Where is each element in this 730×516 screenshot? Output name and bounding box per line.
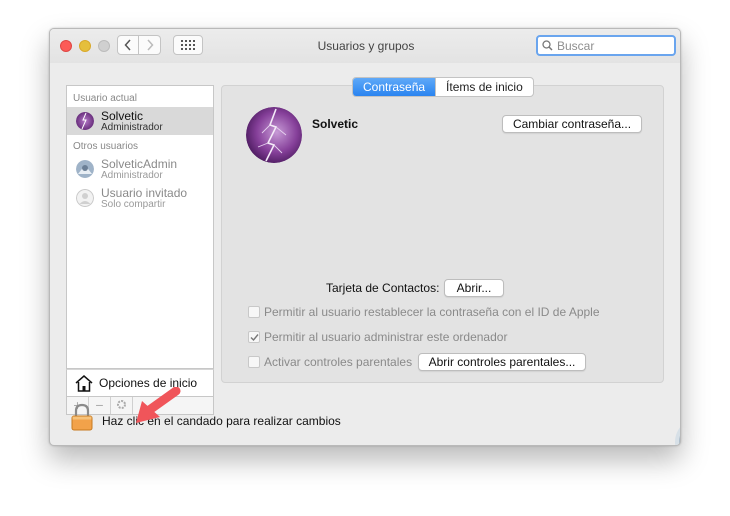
option-label: Permitir al usuario administrar este ord… [264, 330, 508, 344]
tab-login-items[interactable]: Ítems de inicio [435, 78, 533, 96]
option-reset-apple-id[interactable]: Permitir al usuario restablecer la contr… [248, 305, 600, 319]
lock-icon [71, 403, 93, 431]
change-password-button[interactable]: Cambiar contraseña... [502, 115, 642, 133]
checkmark-icon [250, 333, 259, 341]
user-role: Administrador [101, 170, 163, 181]
checkbox[interactable] [248, 306, 260, 318]
search-icon [542, 40, 553, 51]
profile-picture[interactable] [246, 107, 302, 163]
option-admin[interactable]: Permitir al usuario administrar este ord… [248, 330, 507, 344]
contacts-card-label: Tarjeta de Contactos: [326, 281, 440, 295]
checkbox[interactable] [248, 356, 260, 368]
tab-password[interactable]: Contraseña [353, 78, 436, 96]
tab-bar: Contraseña Ítems de inicio [352, 77, 534, 97]
user-name: Solvetic [101, 109, 144, 123]
users-groups-window: Usuarios y grupos Buscar Usuario actual … [49, 28, 681, 446]
current-user-header: Usuario actual [73, 93, 137, 104]
option-parental-controls[interactable]: Activar controles parentales [248, 355, 412, 369]
watermark-logo-icon [673, 416, 680, 445]
profile-name: Solvetic [312, 117, 359, 131]
user-row-current[interactable]: Solvetic Administrador [67, 107, 213, 135]
house-icon [75, 374, 93, 392]
users-sidebar: Usuario actual Solvetic Administrador Ot… [66, 85, 214, 369]
user-name: Usuario invitado [101, 186, 188, 200]
search-field[interactable]: Buscar [536, 35, 676, 56]
user-name: SolveticAdmin [101, 157, 178, 171]
user-role: Solo compartir [101, 199, 166, 210]
user-avatar-icon [76, 160, 94, 178]
annotation-arrow-icon [134, 386, 182, 430]
option-label: Permitir al usuario restablecer la contr… [264, 305, 600, 319]
lock-button[interactable] [71, 403, 93, 434]
user-row-solveticadmin[interactable]: SolveticAdmin Administrador [67, 155, 213, 183]
other-users-header: Otros usuarios [73, 141, 139, 152]
open-contacts-button[interactable]: Abrir... [444, 279, 504, 297]
user-role: Administrador [101, 122, 163, 133]
user-row-guest[interactable]: Usuario invitado Solo compartir [67, 184, 213, 212]
open-parental-controls-button[interactable]: Abrir controles parentales... [418, 353, 586, 371]
gear-icon [117, 400, 126, 409]
user-avatar-icon [76, 112, 94, 130]
title-bar: Usuarios y grupos Buscar [50, 29, 680, 63]
lightning-avatar-icon [246, 107, 302, 163]
checkbox-checked[interactable] [248, 331, 260, 343]
option-label: Activar controles parentales [264, 355, 413, 369]
search-placeholder: Buscar [557, 38, 595, 53]
action-menu-button[interactable] [111, 397, 133, 414]
guest-user-icon [76, 189, 94, 207]
